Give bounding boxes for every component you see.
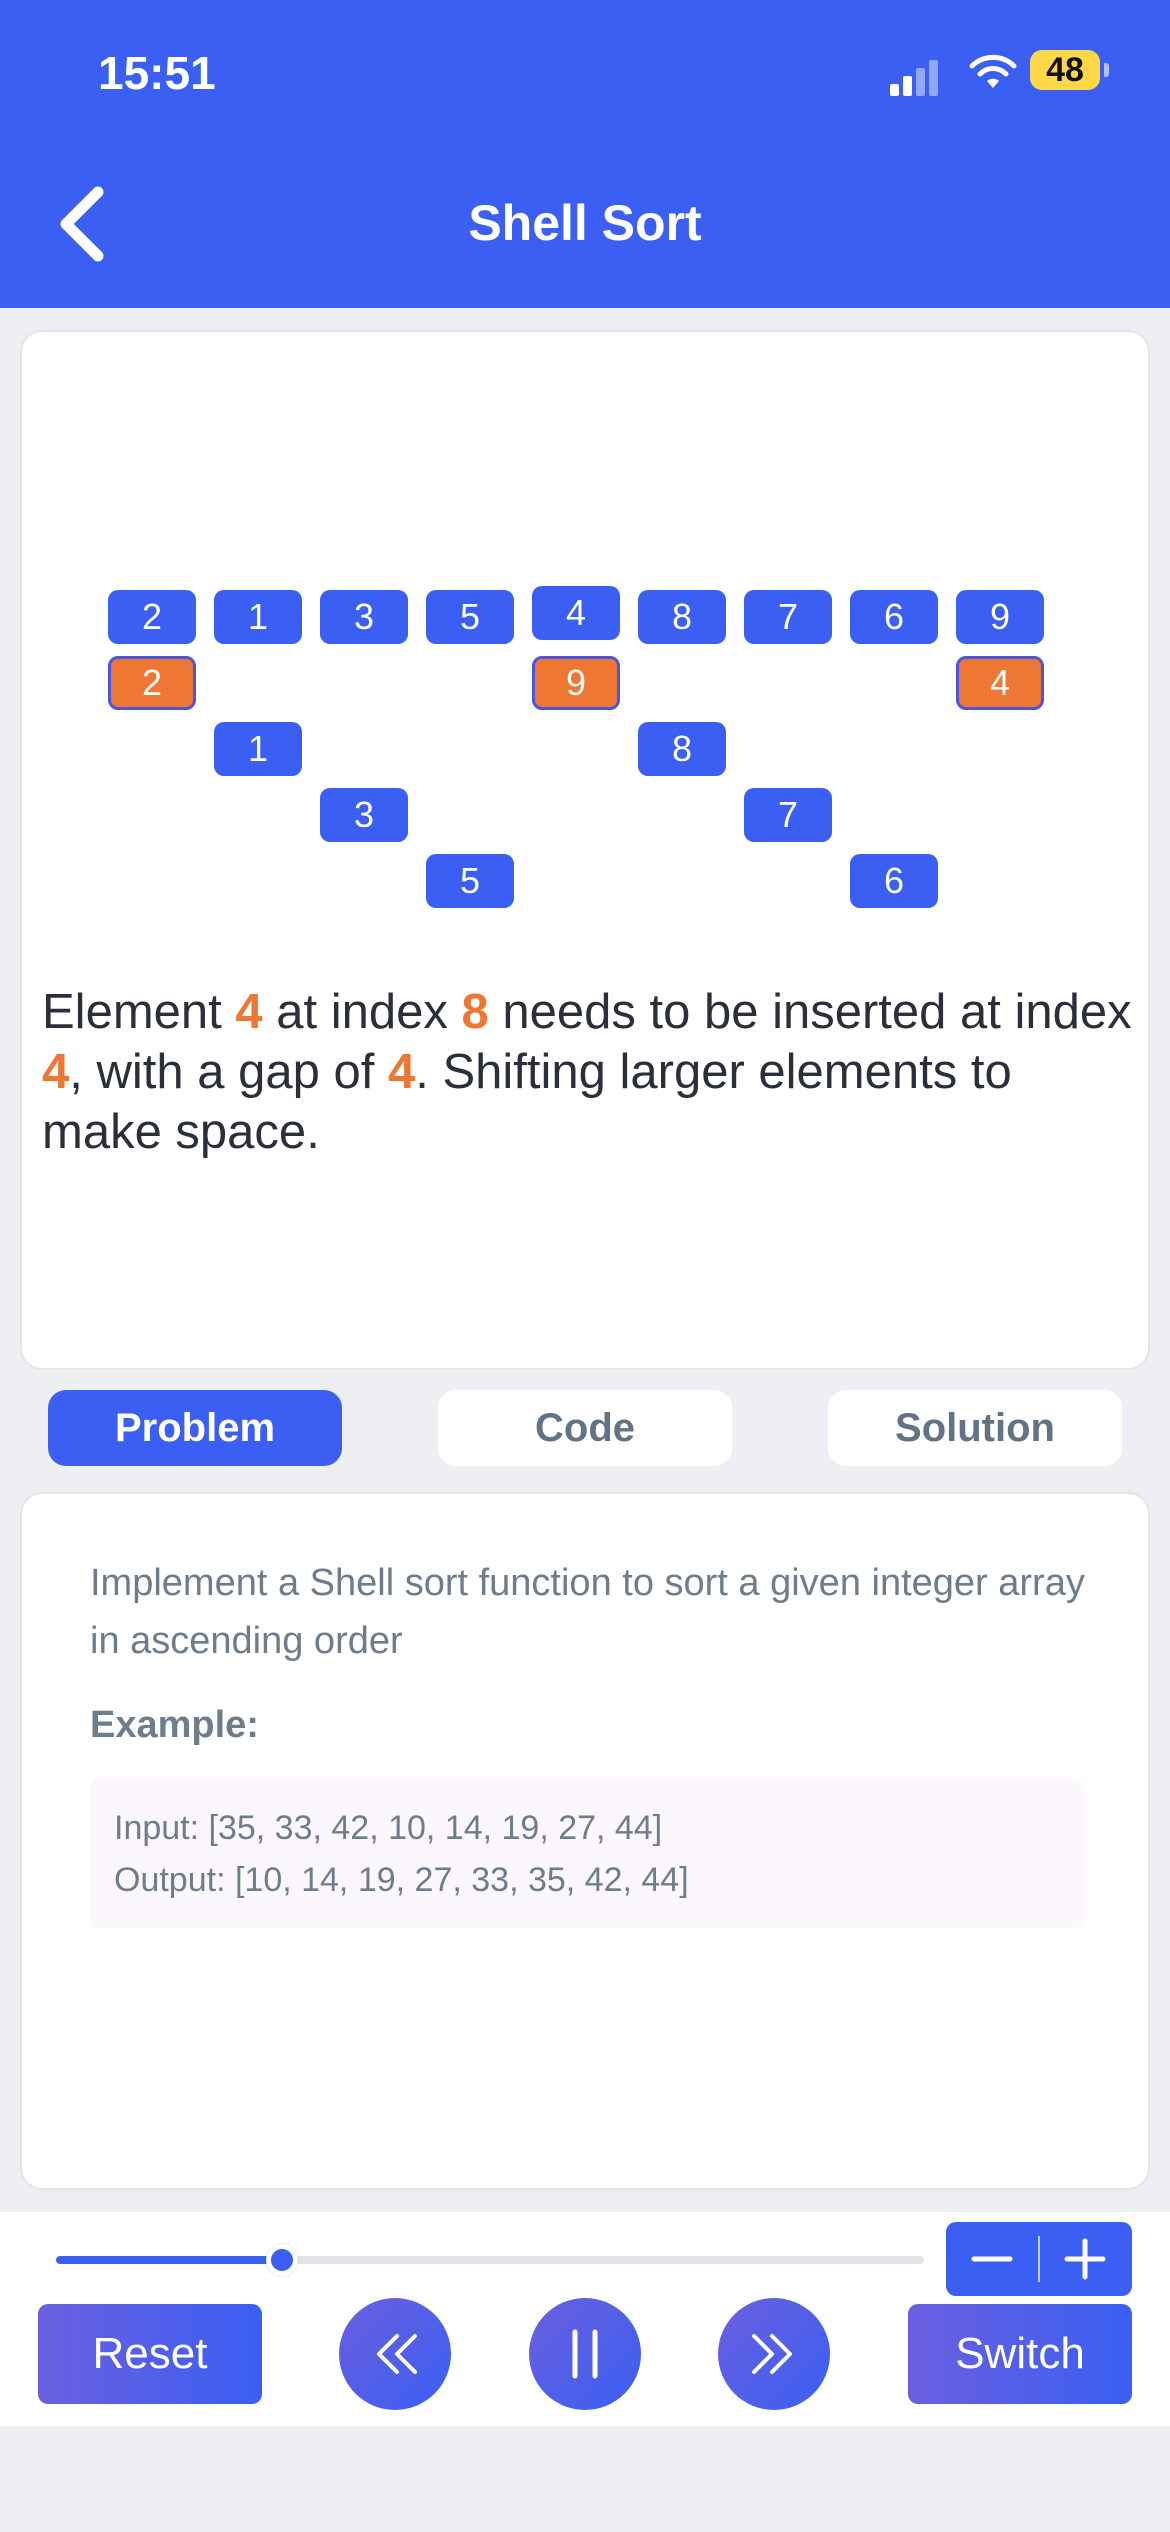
status-time: 15:51	[98, 47, 216, 99]
rewind-button[interactable]	[339, 2298, 451, 2410]
array-cell: 5	[426, 590, 514, 644]
plus-icon[interactable]	[1039, 2222, 1132, 2296]
wifi-icon	[969, 54, 1017, 88]
array-cell: 7	[744, 590, 832, 644]
battery-indicator: 48	[1030, 50, 1100, 90]
element-index: 8	[461, 985, 489, 1039]
playback-controls: Reset Switch	[0, 2212, 1170, 2426]
gap-cell: 8	[638, 722, 726, 776]
target-index: 4	[42, 1045, 70, 1099]
rewind-icon	[377, 2334, 417, 2374]
array-cell: 6	[850, 590, 938, 644]
tab-solution[interactable]: Solution	[828, 1390, 1122, 1466]
slider-thumb[interactable]	[265, 2244, 298, 2276]
reset-button[interactable]: Reset	[38, 2304, 262, 2404]
cellular-signal-icon	[890, 56, 942, 96]
status-icons: 48	[890, 46, 1120, 100]
gap-cell: 5	[426, 854, 514, 908]
progress-slider[interactable]	[56, 2244, 924, 2276]
gap-cell-highlighted: 2	[108, 656, 196, 710]
minus-icon[interactable]	[946, 2222, 1039, 2296]
page-title: Shell Sort	[468, 195, 702, 251]
element-value: 4	[235, 985, 263, 1039]
array-cell: 9	[956, 590, 1044, 644]
gap-cell: 6	[850, 854, 938, 908]
fast-forward-button[interactable]	[718, 2298, 830, 2410]
problem-card: Implement a Shell sort function to sort …	[20, 1492, 1150, 2190]
gap-cell-highlighted: 4	[956, 656, 1044, 710]
visualization-card: 213548769294183756 Element 4 at index 8 …	[20, 330, 1150, 1370]
slider-fill	[56, 2256, 282, 2264]
array-cell: 1	[214, 590, 302, 644]
gap-cell: 1	[214, 722, 302, 776]
array-cell: 8	[638, 590, 726, 644]
example-input: Input: [35, 33, 42, 10, 14, 19, 27, 44]	[114, 1809, 663, 1847]
pause-icon	[572, 2329, 598, 2379]
array-cell: 4	[532, 586, 620, 640]
tab-code[interactable]: Code	[438, 1390, 732, 1466]
gap-cell-highlighted: 9	[532, 656, 620, 710]
fast-forward-icon	[752, 2334, 792, 2374]
battery-tip	[1104, 63, 1109, 77]
gap-cell: 3	[320, 788, 408, 842]
array-cell: 3	[320, 590, 408, 644]
gap-value: 4	[387, 1045, 416, 1099]
tab-problem[interactable]: Problem	[48, 1390, 342, 1466]
switch-button[interactable]: Switch	[908, 2304, 1132, 2404]
example-box: Input: [35, 33, 42, 10, 14, 19, 27, 44] …	[90, 1780, 1084, 1928]
array-cell: 2	[108, 590, 196, 644]
header: 15:51 48 Shell Sort	[0, 0, 1170, 308]
gap-cell: 7	[744, 788, 832, 842]
example-output: Output: [10, 14, 19, 27, 33, 35, 42, 44]	[114, 1861, 689, 1899]
example-label: Example:	[90, 1704, 259, 1746]
pause-button[interactable]	[529, 2298, 641, 2410]
problem-description: Implement a Shell sort function to sort …	[90, 1562, 1085, 1662]
step-message: Element 4 at index 8 needs to be inserte…	[42, 985, 1132, 1159]
zoom-controls	[946, 2222, 1132, 2296]
